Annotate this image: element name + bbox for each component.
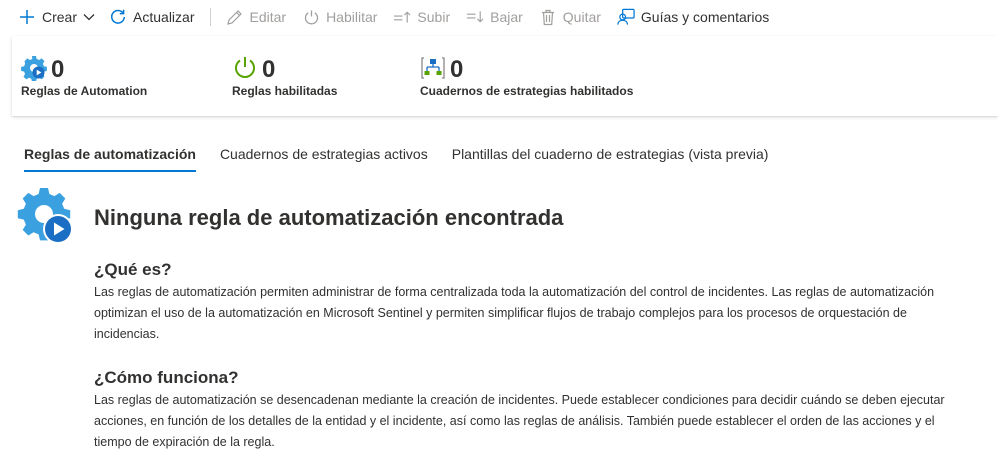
guides-feedback-button[interactable]: Guías y comentarios [617, 0, 769, 34]
stat-automation-rules: 0 Reglas de Automation [21, 55, 148, 98]
chevron-down-icon [83, 13, 95, 21]
enable-button[interactable]: Habilitar [302, 0, 377, 34]
stat-enabled-playbooks: 0 Cuadernos de estrategias habilitados [420, 56, 633, 98]
trash-icon [539, 8, 557, 26]
playbook-icon [420, 55, 446, 86]
automation-gear-icon [21, 55, 47, 86]
tab-strip: Reglas de automatización Cuadernos de es… [24, 144, 792, 172]
power-icon [302, 8, 320, 26]
tab-playbook-templates[interactable]: Plantillas del cuaderno de estrategias (… [452, 144, 769, 170]
how-it-works-text: Las reglas de automatización se desencad… [94, 393, 945, 449]
pencil-icon [225, 8, 243, 26]
automation-rules-count: 0 [51, 56, 65, 83]
remove-button-label: Quitar [562, 9, 601, 25]
automation-gear-large-icon [16, 186, 76, 246]
plus-icon [18, 8, 36, 26]
edit-button-label: Editar [249, 9, 287, 25]
move-down-icon [466, 8, 484, 26]
enabled-rules-count: 0 [262, 56, 276, 83]
tab-automation-rules[interactable]: Reglas de automatización [24, 144, 196, 172]
enable-button-label: Habilitar [326, 9, 378, 25]
summary-panel: 0 Reglas de Automation 0 Reglas habilita… [12, 36, 998, 116]
move-up-button[interactable]: Subir [393, 0, 450, 34]
toolbar-divider [210, 8, 212, 26]
empty-state-title: Ninguna regla de automatización encontra… [94, 205, 564, 230]
guides-feedback-label: Guías y comentarios [640, 9, 770, 25]
refresh-button-label: Actualizar [133, 9, 195, 25]
remove-button[interactable]: Quitar [539, 0, 601, 34]
refresh-icon [109, 8, 127, 26]
what-is-text: Las reglas de automatización permiten ad… [94, 285, 935, 341]
how-it-works-heading: ¿Cómo funciona? [94, 368, 239, 387]
refresh-button[interactable]: Actualizar [109, 0, 194, 34]
move-down-button-label: Bajar [490, 9, 523, 25]
edit-button[interactable]: Editar [225, 0, 286, 34]
move-up-icon [393, 8, 411, 26]
enabled-playbooks-count: 0 [450, 56, 464, 83]
move-up-button-label: Subir [417, 9, 451, 25]
power-green-icon [232, 55, 258, 86]
create-button-label: Crear [42, 9, 78, 25]
feedback-person-icon [617, 8, 635, 26]
enabled-playbooks-label: Cuadernos de estrategias habilitados [420, 84, 634, 98]
automation-rules-label: Reglas de Automation [21, 84, 148, 98]
move-down-button[interactable]: Bajar [466, 0, 523, 34]
create-button[interactable]: Crear [18, 0, 95, 34]
command-bar: Crear Actualizar Editar Habilitar Subir … [0, 0, 998, 34]
stat-enabled-rules: 0 Reglas habilitadas [232, 56, 337, 98]
what-is-heading: ¿Qué es? [94, 260, 172, 279]
enabled-rules-label: Reglas habilitadas [232, 84, 338, 98]
tab-active-playbooks[interactable]: Cuadernos de estrategias activos [220, 144, 428, 170]
